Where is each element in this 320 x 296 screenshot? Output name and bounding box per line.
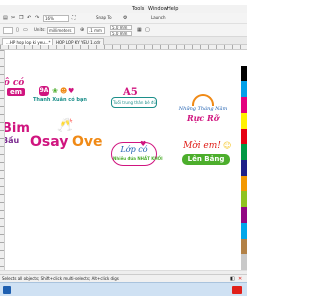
zoom-select[interactable]: 16% <box>43 15 69 22</box>
sticker-em-text: em <box>7 88 25 96</box>
sticker-osay-text: Osay <box>30 134 69 150</box>
flower-icon: ❀ <box>52 87 58 95</box>
sticker-ove-text: Ove <box>72 134 103 150</box>
swatch[interactable] <box>241 50 247 66</box>
swatch[interactable] <box>241 65 247 82</box>
tab-document-2[interactable]: HOP LOP KY YEU 1.cdr <box>52 38 105 45</box>
duplicate-x-input[interactable]: 5.0 mm <box>110 25 132 30</box>
nudge-icon: ⊕ <box>80 27 85 33</box>
sticker-nhung-thang-nam[interactable]: Những Tháng Năm Rực Rỡ <box>175 94 231 128</box>
swatch[interactable] <box>241 128 247 145</box>
app-window: Tools Window Help ▤ ✂ ❐ ↶ ↷ 16% ⛶ Snap T… <box>0 0 247 296</box>
heart-icon: ♥ <box>68 87 75 95</box>
sticker-bim[interactable]: Bim Bầu <box>5 121 30 146</box>
undo-icon[interactable]: ↶ <box>27 15 31 21</box>
rainbow-icon <box>192 94 214 106</box>
swatch[interactable] <box>241 97 247 113</box>
status-bar: Selects all objects; Shift+click multi-s… <box>0 274 247 282</box>
sticker-thanh-xuan[interactable]: 9A ❀ ☻ ♥ Thanh Xuân có bạn <box>33 86 87 103</box>
print-icon[interactable]: ▤ <box>3 15 8 21</box>
sticker-moi-em[interactable]: Mời em! ☺ Lên Bảng <box>178 140 234 172</box>
units-select[interactable]: millimeters <box>47 27 75 34</box>
swatch[interactable] <box>241 112 247 129</box>
cut-icon[interactable]: ✂ <box>11 15 15 21</box>
duplicate-y-input[interactable]: 5.0 mm <box>110 31 132 36</box>
sticker-logo-icon: 9A <box>39 86 49 96</box>
sticker-a5-sub: Tuổi trung thân bè đủ <box>113 100 157 105</box>
settings-icon[interactable]: ⚙ <box>123 15 127 21</box>
redo-icon[interactable]: ↷ <box>35 15 39 21</box>
sticker-nhung-thang-nam-text: Những Tháng Năm <box>178 106 228 112</box>
swatch[interactable] <box>241 191 247 208</box>
menu-window[interactable]: Window <box>148 5 168 13</box>
sticker-co-em[interactable]: ô có em <box>5 79 25 96</box>
cheers-icon: 🥂 <box>57 118 74 133</box>
smiley-icon: ☺ <box>223 141 232 150</box>
sticker-lop-co-sub: Nhiều đứa NHẤT KHỐI <box>113 156 163 161</box>
sticker-ruc-ro-text: Rực Rỡ <box>186 113 220 123</box>
all-pages-icon[interactable]: ▦ <box>137 27 142 33</box>
start-icon[interactable] <box>3 286 11 294</box>
standard-toolbar: ▤ ✂ ❐ ↶ ↷ 16% ⛶ Snap To ⚙ Launch <box>0 13 247 24</box>
sticker-a5-text: A5 <box>123 87 138 98</box>
color-palette[interactable] <box>241 50 247 271</box>
portrait-icon[interactable]: ▯ <box>16 27 19 33</box>
menu-help[interactable]: Help <box>167 5 178 13</box>
sticker-lop-co-text: Lớp có <box>120 145 148 154</box>
taskbar <box>0 282 247 296</box>
menu-bar: Tools Window Help <box>0 5 247 13</box>
person-icon: ☻ <box>60 87 68 95</box>
copy-icon[interactable]: ❐ <box>19 15 23 21</box>
property-bar: ▯ ▭ Units: millimeters ⊕ .1 mm 5.0 mm 5.… <box>0 24 247 37</box>
sticker-thanh-xuan-text: Thanh Xuân có bạn <box>33 97 87 103</box>
sticker-lop-co[interactable]: ♥ Lớp có Nhiều đứa NHẤT KHỐI <box>107 140 163 168</box>
tab-document-1[interactable]: ...HP hop lop ki yeu...* <box>2 38 55 45</box>
tray-icon[interactable] <box>232 286 242 294</box>
swatch[interactable] <box>241 222 247 239</box>
snap-to-dropdown[interactable]: Snap To <box>96 15 112 21</box>
current-page-icon[interactable]: ▢ <box>145 27 150 33</box>
drawing-canvas[interactable]: ô có em 9A ❀ ☻ ♥ Thanh Xuân có bạn A5 Tu… <box>5 50 241 270</box>
sticker-bim-text: Bim <box>5 121 30 136</box>
sticker-moi-em-text: Mời em! <box>183 141 221 151</box>
menu-tools[interactable]: Tools <box>132 5 144 13</box>
page-size-select[interactable] <box>3 27 13 34</box>
swatch[interactable] <box>241 238 247 255</box>
swatch[interactable] <box>241 160 247 176</box>
nudge-input[interactable]: .1 mm <box>87 27 105 34</box>
sticker-a5[interactable]: A5 Tuổi trung thân bè đủ <box>109 87 159 113</box>
swatch[interactable] <box>241 81 247 98</box>
full-screen-icon[interactable]: ⛶ <box>72 15 76 21</box>
swatch[interactable] <box>241 144 247 161</box>
swatch[interactable] <box>241 207 247 223</box>
sticker-len-bang-text: Lên Bảng <box>182 154 230 165</box>
landscape-icon[interactable]: ▭ <box>23 27 28 33</box>
launch-dropdown[interactable]: Launch <box>151 15 165 21</box>
swatch[interactable] <box>241 254 247 271</box>
document-tabs: ...HP hop lop ki yeu...* HOP LOP KY YEU … <box>0 37 247 45</box>
units-label: Units: <box>34 27 46 32</box>
swatch[interactable] <box>241 175 247 192</box>
sticker-co-text: ô có <box>5 78 25 88</box>
sticker-bim-sub: Bầu <box>5 136 20 145</box>
sticker-osay-ove[interactable]: 🥂 Osay Ove <box>30 118 104 160</box>
